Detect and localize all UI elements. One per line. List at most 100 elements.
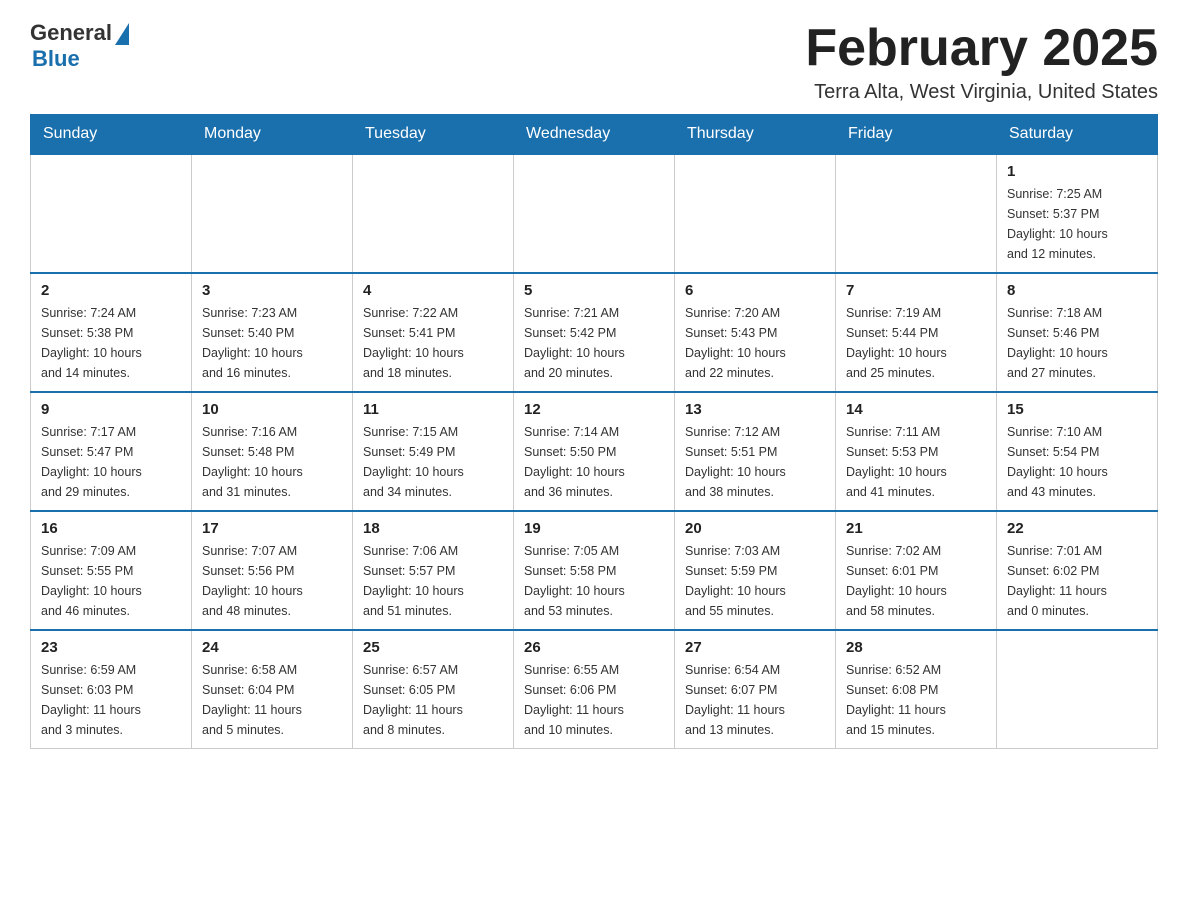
page-header: General Blue February 2025 Terra Alta, W… (30, 20, 1158, 104)
calendar-cell: 27Sunrise: 6:54 AM Sunset: 6:07 PM Dayli… (675, 630, 836, 749)
day-info: Sunrise: 7:07 AM Sunset: 5:56 PM Dayligh… (202, 541, 342, 621)
day-number: 22 (1007, 520, 1147, 537)
calendar-cell (514, 154, 675, 273)
calendar-cell: 5 Sunrise: 7:21 AM Sunset: 5:42 PM Daylig… (514, 273, 675, 392)
day-info: Sunrise: 6:59 AM Sunset: 6:03 PM Dayligh… (41, 660, 181, 740)
calendar-cell (675, 154, 836, 273)
day-info: Sunrise: 7:18 AM Sunset: 5:46 PM Dayligh… (1007, 303, 1147, 383)
day-number: 28 (846, 639, 986, 656)
calendar-cell: 26Sunrise: 6:55 AM Sunset: 6:06 PM Dayli… (514, 630, 675, 749)
day-info: Sunrise: 7:15 AM Sunset: 5:49 PM Dayligh… (363, 422, 503, 502)
logo-general-text: General (30, 20, 112, 46)
calendar-cell: 18 Sunrise: 7:06 AM Sunset: 5:57 PM Dayli… (353, 511, 514, 630)
calendar-cell: 4 Sunrise: 7:22 AM Sunset: 5:41 PM Daylig… (353, 273, 514, 392)
calendar-week-row: 1 Sunrise: 7:25 AM Sunset: 5:37 PM Daylig… (31, 154, 1158, 273)
calendar-cell: 17 Sunrise: 7:07 AM Sunset: 5:56 PM Dayli… (192, 511, 353, 630)
calendar-cell: 21 Sunrise: 7:02 AM Sunset: 6:01 PM Dayli… (836, 511, 997, 630)
calendar-cell: 19 Sunrise: 7:05 AM Sunset: 5:58 PM Dayli… (514, 511, 675, 630)
day-info: Sunrise: 6:52 AM Sunset: 6:08 PM Dayligh… (846, 660, 986, 740)
day-info: Sunrise: 7:21 AM Sunset: 5:42 PM Dayligh… (524, 303, 664, 383)
calendar-cell: 8 Sunrise: 7:18 AM Sunset: 5:46 PM Daylig… (997, 273, 1158, 392)
day-info: Sunrise: 7:16 AM Sunset: 5:48 PM Dayligh… (202, 422, 342, 502)
calendar-cell (31, 154, 192, 273)
calendar-week-row: 23 Sunrise: 6:59 AM Sunset: 6:03 PM Dayli… (31, 630, 1158, 749)
calendar-cell: 25Sunrise: 6:57 AM Sunset: 6:05 PM Dayli… (353, 630, 514, 749)
calendar-header-monday: Monday (192, 115, 353, 155)
calendar-table: SundayMondayTuesdayWednesdayThursdayFrid… (30, 114, 1158, 749)
calendar-cell: 28 Sunrise: 6:52 AM Sunset: 6:08 PM Dayli… (836, 630, 997, 749)
page-title: February 2025 (805, 20, 1158, 77)
day-info: Sunrise: 7:11 AM Sunset: 5:53 PM Dayligh… (846, 422, 986, 502)
day-info: Sunrise: 7:05 AM Sunset: 5:58 PM Dayligh… (524, 541, 664, 621)
day-number: 9 (41, 401, 181, 418)
calendar-cell: 22 Sunrise: 7:01 AM Sunset: 6:02 PM Dayli… (997, 511, 1158, 630)
calendar-cell: 1 Sunrise: 7:25 AM Sunset: 5:37 PM Daylig… (997, 154, 1158, 273)
day-number: 24 (202, 639, 342, 656)
day-info: Sunrise: 7:06 AM Sunset: 5:57 PM Dayligh… (363, 541, 503, 621)
day-number: 14 (846, 401, 986, 418)
page-subtitle: Terra Alta, West Virginia, United States (805, 81, 1158, 104)
calendar-header-wednesday: Wednesday (514, 115, 675, 155)
day-info: Sunrise: 7:03 AM Sunset: 5:59 PM Dayligh… (685, 541, 825, 621)
calendar-cell: 12 Sunrise: 7:14 AM Sunset: 5:50 PM Dayli… (514, 392, 675, 511)
day-number: 2 (41, 282, 181, 299)
day-info: Sunrise: 7:22 AM Sunset: 5:41 PM Dayligh… (363, 303, 503, 383)
day-number: 21 (846, 520, 986, 537)
day-info: Sunrise: 7:14 AM Sunset: 5:50 PM Dayligh… (524, 422, 664, 502)
calendar-cell: 11 Sunrise: 7:15 AM Sunset: 5:49 PM Dayli… (353, 392, 514, 511)
calendar-cell: 16 Sunrise: 7:09 AM Sunset: 5:55 PM Dayli… (31, 511, 192, 630)
calendar-cell: 13Sunrise: 7:12 AM Sunset: 5:51 PM Dayli… (675, 392, 836, 511)
day-number: 11 (363, 401, 503, 418)
logo-triangle-icon (115, 23, 129, 45)
day-info: Sunrise: 7:02 AM Sunset: 6:01 PM Dayligh… (846, 541, 986, 621)
day-number: 7 (846, 282, 986, 299)
day-info: Sunrise: 7:10 AM Sunset: 5:54 PM Dayligh… (1007, 422, 1147, 502)
calendar-cell: 9Sunrise: 7:17 AM Sunset: 5:47 PM Daylig… (31, 392, 192, 511)
logo-blue-text: Blue (32, 46, 80, 72)
day-number: 8 (1007, 282, 1147, 299)
calendar-cell (836, 154, 997, 273)
day-number: 6 (685, 282, 825, 299)
day-number: 16 (41, 520, 181, 537)
day-info: Sunrise: 6:54 AM Sunset: 6:07 PM Dayligh… (685, 660, 825, 740)
calendar-week-row: 2 Sunrise: 7:24 AM Sunset: 5:38 PM Daylig… (31, 273, 1158, 392)
day-info: Sunrise: 6:58 AM Sunset: 6:04 PM Dayligh… (202, 660, 342, 740)
calendar-cell (997, 630, 1158, 749)
day-number: 3 (202, 282, 342, 299)
day-number: 18 (363, 520, 503, 537)
calendar-cell: 2 Sunrise: 7:24 AM Sunset: 5:38 PM Daylig… (31, 273, 192, 392)
day-number: 26 (524, 639, 664, 656)
calendar-header-tuesday: Tuesday (353, 115, 514, 155)
day-info: Sunrise: 7:23 AM Sunset: 5:40 PM Dayligh… (202, 303, 342, 383)
day-number: 19 (524, 520, 664, 537)
day-number: 25 (363, 639, 503, 656)
day-number: 4 (363, 282, 503, 299)
calendar-cell: 6Sunrise: 7:20 AM Sunset: 5:43 PM Daylig… (675, 273, 836, 392)
day-info: Sunrise: 7:01 AM Sunset: 6:02 PM Dayligh… (1007, 541, 1147, 621)
calendar-week-row: 9Sunrise: 7:17 AM Sunset: 5:47 PM Daylig… (31, 392, 1158, 511)
calendar-cell: 20Sunrise: 7:03 AM Sunset: 5:59 PM Dayli… (675, 511, 836, 630)
day-info: Sunrise: 7:09 AM Sunset: 5:55 PM Dayligh… (41, 541, 181, 621)
calendar-header-thursday: Thursday (675, 115, 836, 155)
day-number: 12 (524, 401, 664, 418)
day-number: 15 (1007, 401, 1147, 418)
calendar-cell: 24 Sunrise: 6:58 AM Sunset: 6:04 PM Dayli… (192, 630, 353, 749)
day-number: 23 (41, 639, 181, 656)
day-number: 5 (524, 282, 664, 299)
day-info: Sunrise: 7:25 AM Sunset: 5:37 PM Dayligh… (1007, 184, 1147, 264)
calendar-cell: 23 Sunrise: 6:59 AM Sunset: 6:03 PM Dayli… (31, 630, 192, 749)
calendar-cell (353, 154, 514, 273)
calendar-week-row: 16 Sunrise: 7:09 AM Sunset: 5:55 PM Dayli… (31, 511, 1158, 630)
day-info: Sunrise: 7:24 AM Sunset: 5:38 PM Dayligh… (41, 303, 181, 383)
day-number: 17 (202, 520, 342, 537)
calendar-header-saturday: Saturday (997, 115, 1158, 155)
calendar-header-friday: Friday (836, 115, 997, 155)
calendar-cell: 14 Sunrise: 7:11 AM Sunset: 5:53 PM Dayli… (836, 392, 997, 511)
day-number: 13 (685, 401, 825, 418)
logo: General Blue (30, 20, 129, 72)
calendar-cell: 15 Sunrise: 7:10 AM Sunset: 5:54 PM Dayli… (997, 392, 1158, 511)
day-number: 1 (1007, 163, 1147, 180)
calendar-cell: 7 Sunrise: 7:19 AM Sunset: 5:44 PM Daylig… (836, 273, 997, 392)
day-info: Sunrise: 7:19 AM Sunset: 5:44 PM Dayligh… (846, 303, 986, 383)
calendar-cell (192, 154, 353, 273)
